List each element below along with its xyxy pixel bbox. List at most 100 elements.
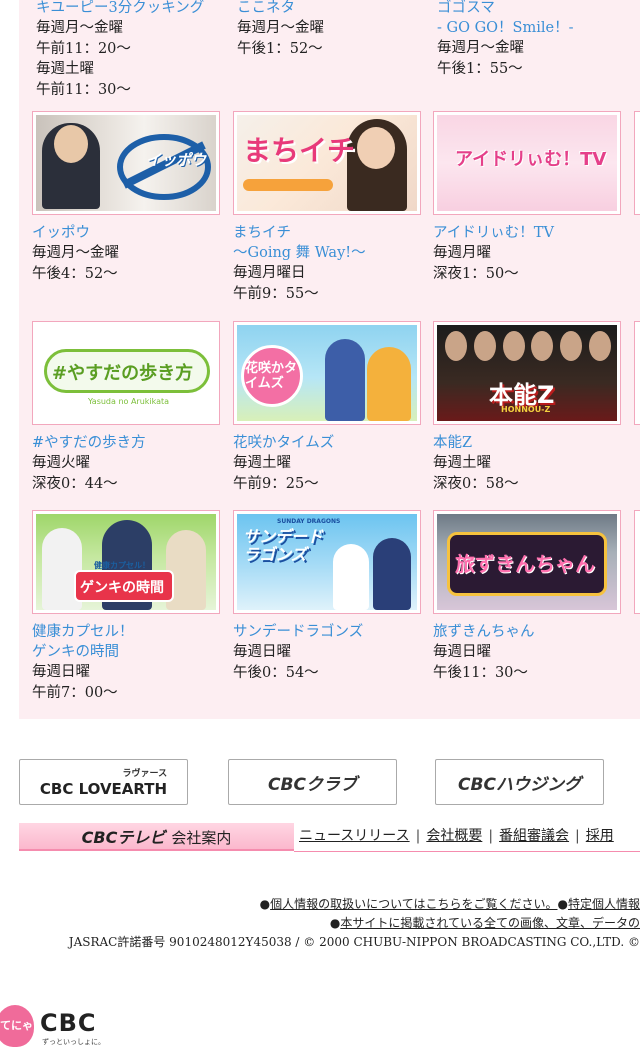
program-title[interactable]: キユーピー3分クッキング (36, 0, 226, 18)
mascot-text: てにゃ (0, 1019, 33, 1032)
copyright-link[interactable]: 本サイトに掲載されている全ての画像、文章、データの (340, 916, 640, 930)
program-item[interactable]: イッポウ イッポウ 毎週月〜金曜 午後4：52〜 (32, 111, 222, 284)
logo-text: イッポウ (146, 151, 207, 169)
program-thumbnail[interactable]: まちイチ (233, 111, 421, 215)
schedule-text: 毎週日曜 (433, 644, 491, 660)
program-item[interactable]: ゴゴスマ - GO GO！Smile！- 毎週月〜金曜 午後1：55〜 (437, 0, 627, 79)
cbc-club-button[interactable]: CBCクラブ (228, 759, 397, 805)
legal-line: ●本サイトに掲載されている全ての画像、文章、データの (329, 916, 640, 930)
program-title[interactable]: ゴゴスマ (437, 0, 627, 18)
privacy-link[interactable]: 個人情報の取扱いについてはこちらをご覧ください。 (270, 897, 557, 911)
program-item[interactable]: キユーピー3分クッキング 毎週月〜金曜 午前11：20〜 毎週土曜 午前11：3… (36, 0, 226, 100)
recruit-link[interactable]: 採用 (586, 828, 614, 844)
schedule-text: 午前11：30〜 (36, 81, 131, 98)
program-title[interactable]: サンデードラゴンズ (233, 622, 423, 642)
schedule-text: 毎週火曜 (32, 455, 90, 471)
cbc-housing-button[interactable]: CBCハウジング (435, 759, 604, 805)
program-title[interactable]: イッポウ (32, 223, 222, 243)
company-overview-link[interactable]: 会社概要 (426, 828, 482, 844)
divider (294, 851, 640, 852)
program-item-partial[interactable] (634, 510, 640, 614)
program-thumbnail[interactable]: #やすだの歩き方 Yasuda no Arukikata (32, 321, 220, 425)
program-item[interactable]: 本能Z HONNOU-Z 本能Z 毎週土曜 深夜0：58〜 (433, 321, 623, 494)
schedule-text: 午後4：52〜 (32, 265, 118, 282)
program-thumbnail[interactable]: 本能Z HONNOU-Z (433, 321, 621, 425)
logo-text: 花咲かタイムズ (245, 361, 298, 391)
schedule-text: 午後1：52〜 (237, 40, 323, 57)
cbc-tagline: ずっといっしょに。 (42, 1038, 105, 1046)
logo-subtext: Yasuda no Arukikata (88, 397, 170, 406)
program-item[interactable]: ゲンキの時間 健康カプセル！ 健康カプセル！ ゲンキの時間 毎週日曜 午前7：0… (32, 510, 222, 703)
program-title[interactable]: ここネタ (237, 0, 427, 18)
schedule-text: 毎週土曜 (233, 455, 291, 471)
program-subtitle[interactable]: 〜Going 舞 Way!〜 (233, 243, 423, 263)
program-title[interactable]: 旅ずきんちゃん (433, 622, 623, 642)
schedule-text: 毎週月〜金曜 (437, 40, 524, 56)
program-council-link[interactable]: 番組審議会 (499, 828, 569, 844)
schedule-text: 午前7：00〜 (32, 684, 118, 701)
schedule-text: 毎週日曜 (32, 664, 90, 680)
program-item-partial[interactable] (634, 111, 640, 215)
schedule-text: 毎週日曜 (233, 644, 291, 660)
club-label: CBCクラブ (268, 774, 357, 795)
cbc-lovearth-button[interactable]: ラヴァース CBC LOVEARTH (19, 759, 188, 805)
schedule-text: 午前11：20〜 (36, 40, 131, 57)
schedule-text: 深夜1：50〜 (433, 265, 519, 282)
program-item[interactable]: ここネタ 毎週月〜金曜 午後1：52〜 (237, 0, 427, 59)
schedule-text: 毎週土曜 (36, 61, 94, 77)
program-item[interactable]: まちイチ まちイチ 〜Going 舞 Way!〜 毎週月曜日 午前9：55〜 (233, 111, 423, 304)
cbc-logo-text: CBC (40, 1009, 97, 1037)
program-thumbnail[interactable]: ゲンキの時間 健康カプセル！ (32, 510, 220, 614)
program-thumbnail[interactable] (634, 321, 640, 425)
program-item[interactable]: 旅ずきんちゃん 旅ずきんちゃん 毎週日曜 午後11：30〜 (433, 510, 623, 683)
schedule-text: 午前9：55〜 (233, 285, 319, 302)
company-links: ニュースリリース | 会社概要 | 番組審議会 | 採用 (299, 828, 614, 844)
program-title[interactable]: #やすだの歩き方 (32, 433, 222, 453)
program-subtitle[interactable]: - GO GO！Smile！- (437, 18, 627, 38)
program-item[interactable]: #やすだの歩き方 Yasuda no Arukikata #やすだの歩き方 毎週… (32, 321, 222, 494)
program-thumbnail[interactable]: 花咲かタイムズ (233, 321, 421, 425)
schedule-text: 深夜0：44〜 (32, 475, 118, 492)
program-title[interactable]: まちイチ (233, 223, 423, 243)
specific-privacy-link[interactable]: 特定個人情報 (568, 897, 640, 911)
schedule-text: 毎週月〜金曜 (36, 20, 123, 36)
schedule-text: 毎週月曜 (433, 245, 491, 261)
program-thumbnail[interactable] (634, 510, 640, 614)
schedule-text: 毎週月〜金曜 (237, 20, 324, 36)
schedule-text: 午後11：30〜 (433, 664, 528, 681)
program-thumbnail[interactable] (634, 111, 640, 215)
program-title[interactable]: 本能Z (433, 433, 623, 453)
program-thumbnail[interactable]: サンデードラゴンズ SUNDAY DRAGONS (233, 510, 421, 614)
program-thumbnail[interactable]: アイドリぃむ！TV (433, 111, 621, 215)
copyright-text: JASRAC許諾番号 9010248012Y45038 / © 2000 CHU… (68, 935, 640, 949)
program-title[interactable]: アイドリぃむ！TV (433, 223, 623, 243)
schedule-text: 午後1：55〜 (437, 60, 523, 77)
schedule-text: 午後0：54〜 (233, 664, 319, 681)
logo-text: ゲンキの時間 (80, 580, 164, 596)
schedule-text: 毎週月〜金曜 (32, 245, 119, 261)
program-item[interactable]: 花咲かタイムズ 花咲かタイムズ 毎週土曜 午前9：25〜 (233, 321, 423, 494)
program-item-partial[interactable] (634, 321, 640, 425)
company-label: 会社案内 (171, 829, 232, 847)
program-thumbnail[interactable]: イッポウ (32, 111, 220, 215)
housing-label: CBCハウジング (458, 774, 581, 795)
schedule-text: 毎週土曜 (433, 455, 491, 471)
program-title[interactable]: 健康カプセル！ (32, 622, 222, 642)
schedule-text: 午前9：25〜 (233, 475, 319, 492)
company-brand: CBCテレビ (81, 828, 166, 847)
logo-subtext: SUNDAY DRAGONS (277, 518, 341, 525)
logo-subtext: HONNOU-Z (501, 405, 551, 414)
program-title[interactable]: 花咲かタイムズ (233, 433, 423, 453)
program-item[interactable]: アイドリぃむ！TV アイドリぃむ！TV 毎週月曜 深夜1：50〜 (433, 111, 623, 284)
cbc-logo[interactable]: てにゃ CBC ずっといっしょに。 (0, 1003, 110, 1049)
schedule-text: 深夜0：58〜 (433, 475, 519, 492)
program-subtitle[interactable]: ゲンキの時間 (32, 642, 222, 662)
logo-text: #やすだの歩き方 (52, 363, 194, 384)
lovearth-small-label: ラヴァース (122, 769, 168, 779)
company-info-bar[interactable]: CBCテレビ 会社案内 (19, 823, 294, 851)
legal-line: ●個人情報の取扱いについてはこちらをご覧ください。●特定個人情報 (259, 897, 640, 911)
program-item[interactable]: サンデードラゴンズ SUNDAY DRAGONS サンデードラゴンズ 毎週日曜 … (233, 510, 423, 683)
program-thumbnail[interactable]: 旅ずきんちゃん (433, 510, 621, 614)
logo-text: サンデードラゴンズ (243, 527, 324, 564)
news-release-link[interactable]: ニュースリリース (299, 828, 410, 844)
